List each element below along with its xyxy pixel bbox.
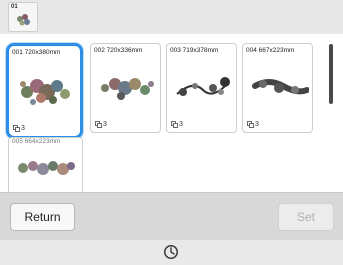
embroidery-design-image — [252, 79, 309, 95]
category-strip: 01 — [0, 0, 343, 34]
design-card-002[interactable]: 002 720x336mm 3 — [90, 43, 161, 133]
design-label: 002 720x336mm — [94, 47, 143, 54]
thread-count: 3 — [95, 121, 107, 128]
clock-icon[interactable] — [163, 244, 179, 260]
floral-design-thumbnail-icon — [17, 14, 30, 26]
design-label: 005 664x223mm — [12, 138, 61, 145]
set-button[interactable]: Set — [278, 203, 334, 231]
category-chip[interactable]: 01 — [8, 2, 38, 32]
design-label: 004 667x223mm — [246, 47, 295, 54]
return-button[interactable]: Return — [10, 203, 75, 231]
thread-layers-icon — [171, 121, 178, 128]
design-card-004[interactable]: 004 667x223mm 3 — [242, 43, 313, 133]
design-label: 001 720x380mm — [12, 49, 61, 56]
scrollbar-thumb[interactable] — [329, 44, 333, 104]
design-card-003[interactable]: 003 719x378mm 3 — [166, 43, 237, 133]
embroidery-design-image — [20, 79, 70, 105]
thread-count-value: 3 — [21, 125, 25, 132]
design-card-001[interactable]: 001 720x380mm 3 — [6, 43, 83, 139]
thread-layers-icon — [95, 121, 102, 128]
thread-count: 3 — [13, 125, 25, 132]
embroidery-design-image — [101, 78, 154, 100]
thread-count-value: 3 — [103, 121, 107, 128]
design-grid: 001 720x380mm 3 002 720x336mm 3 003 719x… — [0, 34, 343, 192]
design-card-005[interactable]: 005 664x223mm — [8, 137, 83, 192]
embroidery-design-image — [176, 77, 230, 96]
status-footer — [0, 240, 343, 265]
thread-layers-icon — [247, 121, 254, 128]
thread-count-value: 3 — [179, 121, 183, 128]
thread-count-value: 3 — [255, 121, 259, 128]
design-label: 003 719x378mm — [170, 47, 219, 54]
thread-count: 3 — [171, 121, 183, 128]
thread-layers-icon — [13, 125, 20, 132]
embroidery-design-image — [18, 161, 75, 175]
category-number: 01 — [11, 4, 18, 10]
thread-count: 3 — [247, 121, 259, 128]
